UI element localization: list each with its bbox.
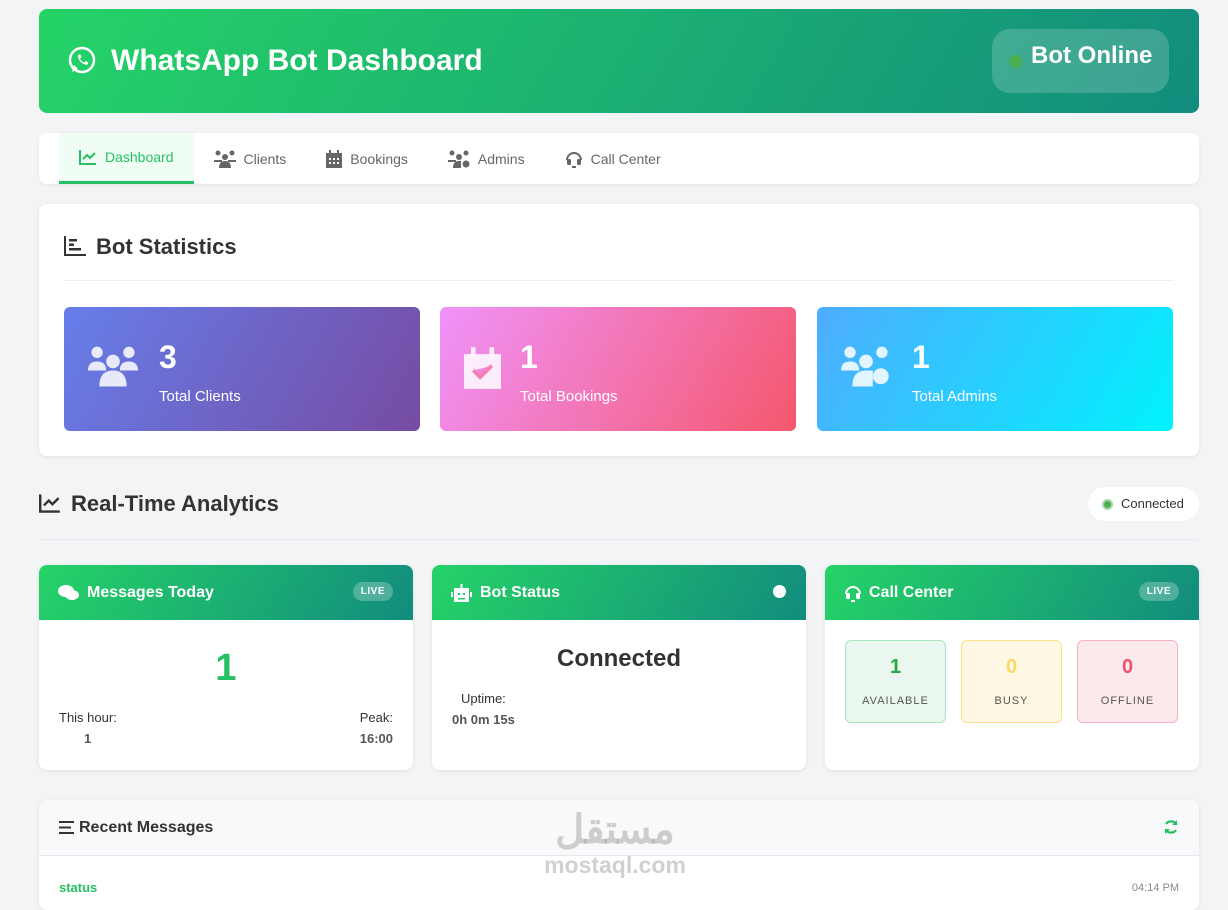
comments-icon [58, 585, 79, 600]
this-hour-label: This hour: [59, 710, 117, 725]
whatsapp-icon [68, 46, 96, 74]
headset-icon [565, 151, 582, 168]
live-badge: LIVE [1138, 582, 1179, 601]
live-badge: LIVE [352, 582, 393, 601]
watermark-latin: mostaql.com [544, 852, 686, 878]
tab-label: Admins [477, 150, 525, 167]
chart-line-icon [79, 150, 96, 165]
watermark: مستقل mostaql.com [540, 808, 690, 879]
panel-title: Call Center [869, 584, 954, 601]
stat-card-bookings: 1 Total Bookings [440, 307, 796, 431]
connection-text: Connected [1121, 496, 1184, 511]
peak-label: Peak: [359, 710, 393, 725]
connected-dot-icon [1102, 499, 1113, 510]
tab-label: Clients [243, 150, 287, 167]
message-count: 1 [215, 647, 237, 689]
bot-status-badge: Bot Online [992, 29, 1169, 93]
watermark-arabic: مستقل [555, 808, 675, 852]
main-nav: Dashboard Clients Bookings Admins Call C… [39, 133, 1199, 184]
offline-count: 0 [1121, 656, 1134, 678]
busy-count: 0 [1005, 656, 1018, 678]
tab-bookings[interactable]: Bookings [306, 133, 428, 184]
tab-admins[interactable]: Admins [428, 133, 545, 184]
messages-today-panel: Messages Today LIVE 1 This hour: 1 Peak: … [39, 565, 413, 770]
stat-value: 1 [912, 339, 930, 375]
stat-label: Total Admins [912, 388, 998, 405]
app-header: WhatsApp Bot Dashboard Bot Online [39, 9, 1199, 113]
divider [39, 539, 1199, 540]
status-dot-icon [773, 585, 786, 598]
bot-statistics-panel: Bot Statistics 3 Total Clients 1 Total B… [39, 204, 1199, 456]
chart-bar-icon [64, 236, 86, 256]
tab-clients[interactable]: Clients [194, 133, 307, 184]
users-icon [213, 150, 236, 168]
tab-call-center[interactable]: Call Center [545, 133, 681, 184]
uptime-value: 0h 0m 15s [452, 712, 515, 727]
page-title: WhatsApp Bot Dashboard [111, 44, 483, 77]
section-title: Real-Time Analytics [71, 491, 279, 516]
bot-status-value: Connected [556, 645, 681, 672]
chart-line-icon [39, 494, 60, 513]
bot-status-panel: Bot Status Connected Uptime: 0h 0m 15s [432, 565, 806, 770]
list-icon [59, 821, 74, 834]
available-agents: 1 AVAILABLE [845, 640, 946, 723]
robot-icon [451, 584, 472, 602]
bot-status-text: Bot Online [1031, 42, 1153, 69]
calendar-check-icon [464, 347, 501, 389]
users-cog-icon [841, 346, 889, 387]
message-time: 04:14 PM [1131, 882, 1179, 894]
call-center-panel: Call Center LIVE 1 AVAILABLE 0 BUSY 0 OFFLIN… [825, 565, 1199, 770]
tab-label: Dashboard [105, 149, 174, 165]
users-cog-icon [447, 150, 470, 168]
users-icon [88, 346, 138, 387]
refresh-icon[interactable] [1163, 819, 1179, 835]
tab-label: Call Center [590, 150, 661, 167]
panel-title: Messages Today [87, 584, 214, 601]
busy-agents: 0 BUSY [961, 640, 1062, 723]
uptime-label: Uptime: [461, 691, 506, 706]
offline-label: OFFLINE [1100, 695, 1155, 707]
tab-dashboard[interactable]: Dashboard [59, 133, 194, 184]
available-label: AVAILABLE [862, 695, 929, 707]
peak-value: 16:00 [359, 731, 393, 746]
stat-label: Total Clients [159, 388, 241, 405]
connection-status-badge: Connected [1088, 487, 1199, 521]
available-count: 1 [889, 656, 902, 678]
section-title: Bot Statistics [96, 234, 237, 259]
stat-label: Total Bookings [520, 388, 618, 405]
stat-value: 1 [520, 339, 538, 375]
online-dot-icon [1009, 55, 1022, 68]
calendar-icon [326, 149, 343, 168]
busy-label: BUSY [994, 695, 1029, 707]
message-type: status [59, 880, 98, 895]
stat-value: 3 [159, 339, 177, 375]
headset-icon [845, 586, 861, 602]
stat-card-admins: 1 Total Admins [817, 307, 1173, 431]
tab-label: Bookings [350, 150, 408, 167]
offline-agents: 0 OFFLINE [1077, 640, 1178, 723]
this-hour-value: 1 [84, 731, 92, 746]
divider [64, 280, 1174, 281]
panel-title: Bot Status [480, 584, 560, 601]
panel-title: Recent Messages [79, 819, 214, 836]
stat-card-clients: 3 Total Clients [64, 307, 420, 431]
